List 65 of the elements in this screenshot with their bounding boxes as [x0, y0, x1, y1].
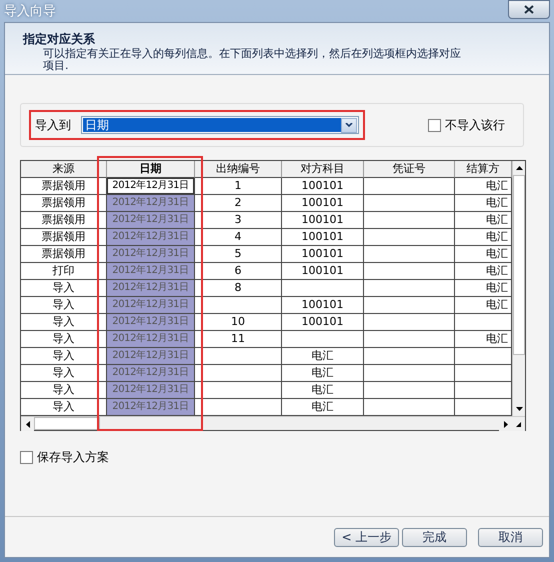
table-cell: 2 [195, 195, 282, 212]
step-title: 指定对应关系 [23, 31, 96, 48]
column-header[interactable]: 日期 [107, 161, 195, 178]
table-cell: 3 [195, 212, 282, 229]
table-cell: 11 [195, 331, 282, 348]
column-dropdown[interactable]: 日期 [81, 116, 359, 134]
horizontal-scrollbar[interactable] [21, 416, 525, 430]
table-cell: 10 [195, 314, 282, 331]
table-cell: 100101 [282, 263, 364, 280]
skip-row-checkbox[interactable] [428, 118, 441, 132]
column-header[interactable]: 对方科目 [282, 161, 364, 178]
up-arrow-icon[interactable] [516, 166, 522, 170]
column-header[interactable]: 来源 [21, 161, 107, 178]
close-button[interactable] [508, 0, 550, 18]
table-cell: 2012年12月31日 [107, 212, 195, 229]
column-header[interactable]: 凭证号 [364, 161, 455, 178]
table-cell: 电汇 [282, 348, 364, 365]
table-cell: 电汇 [282, 382, 364, 399]
column-header[interactable]: 结算方 [455, 161, 512, 178]
table-cell: 2012年12月31日 [107, 399, 195, 416]
table-cell: 2012年12月31日 [107, 229, 195, 246]
table-cell: 1 [195, 178, 282, 195]
table-cell: 2012年12月31日 [107, 382, 195, 399]
left-arrow-icon[interactable] [26, 420, 30, 428]
table-cell: 2012年12月31日 [107, 263, 195, 280]
table-cell: 100101 [282, 297, 364, 314]
save-scheme-label: 保存导入方案 [37, 449, 109, 466]
vertical-scrollbar[interactable] [512, 161, 525, 416]
save-scheme-checkbox[interactable] [20, 451, 33, 464]
skip-row-label: 不导入该行 [445, 116, 505, 134]
window-title: 导入向导 [4, 3, 56, 20]
table-cell: 5 [195, 246, 282, 263]
table-cell: 100101 [282, 195, 364, 212]
table-cell: 2012年12月31日 [107, 331, 195, 348]
table-cell: 6 [195, 263, 282, 280]
table-cell: 票据领用 [21, 178, 107, 195]
table-cell: 2012年12月31日 [107, 348, 195, 365]
table-cell: 2012年12月31日 [107, 195, 195, 212]
table-cell: 100101 [282, 314, 364, 331]
table-cell: 100101 [282, 212, 364, 229]
import-to-label: 导入到 [35, 116, 71, 134]
table-cell: 2012年12月31日 [107, 314, 195, 331]
table-cell: 4 [195, 229, 282, 246]
table-cell: 2012年12月31日 [107, 297, 195, 314]
wizard-button[interactable]: 取消 [478, 528, 543, 546]
table-cell: 2012年12月31日 [107, 246, 195, 263]
table-cell: 2012年12月31日 [107, 280, 195, 297]
chevron-icon [345, 122, 353, 128]
table-cell: 电汇 [282, 365, 364, 382]
resize-grip-icon [516, 422, 521, 426]
wizard-button[interactable]: < 上一步 [334, 528, 399, 546]
right-arrow-icon[interactable] [504, 420, 508, 428]
scrollbar-thumb[interactable] [34, 417, 100, 430]
table-cell: 100101 [282, 178, 364, 195]
close-icon[interactable] [524, 4, 534, 14]
table-cell: 2012年12月31日 [107, 365, 195, 382]
wizard-button[interactable]: 完成 [402, 528, 467, 546]
step-description: 可以指定有关正在导入的每列信息。在下面列表中选择列，然后在列选项框内选择对应项目. [43, 48, 461, 72]
table-cell: 100101 [282, 229, 364, 246]
scrollbar-thumb[interactable] [513, 175, 525, 355]
table-cell: 8 [195, 280, 282, 297]
down-arrow-icon[interactable] [516, 407, 522, 411]
table-cell: 100101 [282, 246, 364, 263]
table-cell: 2012年12月31日 [107, 178, 195, 195]
column-header[interactable]: 出纳编号 [195, 161, 282, 178]
